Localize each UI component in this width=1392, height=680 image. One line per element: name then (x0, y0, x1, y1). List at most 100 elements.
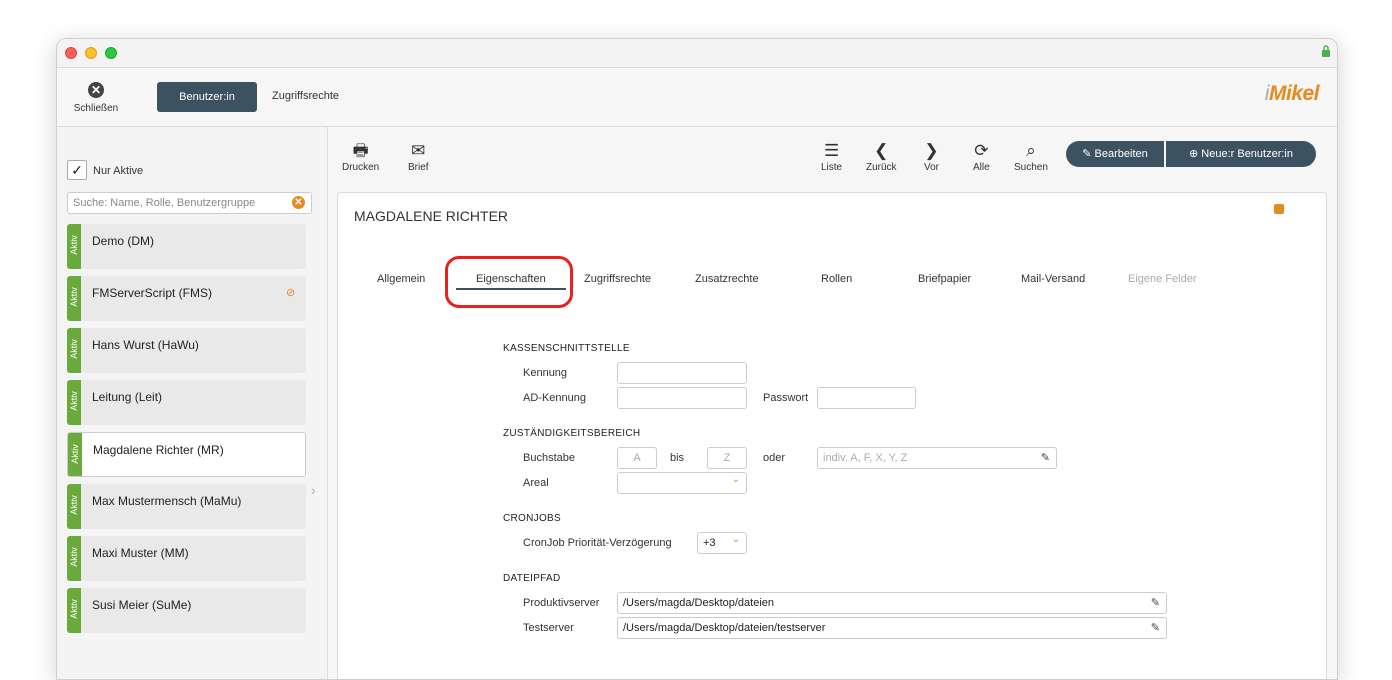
list-item[interactable]: Aktiv Susi Meier (SuMe) (67, 588, 306, 633)
chevron-left-icon: ❮ (874, 141, 889, 160)
buchstabe-label: Buchstabe (523, 452, 575, 464)
print-button[interactable]: 🖶 Drucken (342, 140, 379, 173)
pencil-icon[interactable]: ✎ (1041, 448, 1050, 468)
minimize-window-button[interactable] (85, 47, 97, 59)
testserver-field[interactable]: /Users/magda/Desktop/dateien/testserver … (617, 617, 1167, 639)
list-label: Liste (821, 162, 843, 173)
new-user-label: Neue:r Benutzer:in (1201, 148, 1293, 160)
edit-button[interactable]: ✎ Bearbeiten (1066, 141, 1164, 167)
list-item-label: Magdalene Richter (MR) (93, 443, 224, 457)
chevron-down-icon: ⌄ (731, 474, 740, 485)
kennung-label: Kennung (523, 367, 568, 379)
hidden-eye-icon: ⊘ (286, 287, 296, 299)
clear-search-icon[interactable]: ✕ (292, 196, 305, 209)
letter-button[interactable]: ✉ Brief (408, 140, 429, 173)
list-button[interactable]: ☰ Liste (821, 140, 842, 173)
letter-label: Brief (408, 162, 429, 173)
list-item[interactable]: Aktiv Hans Wurst (HaWu) (67, 328, 306, 373)
forward-button[interactable]: ❯ Vor (924, 140, 939, 173)
list-icon: ☰ (823, 141, 840, 160)
tab-eigene-felder[interactable]: Eigene Felder (1128, 273, 1197, 285)
tab-allgemein[interactable]: Allgemein (377, 273, 425, 285)
testserver-value: /Users/magda/Desktop/dateien/testserver (623, 622, 826, 634)
lock-icon (1322, 45, 1330, 57)
cronjob-label: CronJob Priorität-Verzögerung (523, 537, 672, 549)
close-button[interactable]: ✕ Schließen (71, 78, 121, 114)
status-badge: Aktiv (67, 380, 81, 425)
status-badge: Aktiv (67, 484, 81, 529)
record-panel: MAGDALENE RICHTER Allgemein Eigenschafte… (337, 192, 1327, 679)
chevron-right-icon: ❯ (924, 141, 939, 160)
list-item-label: Max Mustermensch (MaMu) (92, 494, 242, 508)
back-label: Zurück (866, 162, 897, 173)
search-input[interactable]: Suche: Name, Rolle, Benutzergruppe ✕ (67, 192, 312, 214)
section-zustaendigkeitsbereich: ZUSTÄNDIGKEITSBEREICH (503, 428, 641, 439)
search-icon: ⌕ (1026, 141, 1036, 160)
to-placeholder: Z (723, 452, 731, 464)
list-item[interactable]: Aktiv Max Mustermensch (MaMu) (67, 484, 306, 529)
buchstabe-to-field[interactable]: Z (707, 447, 747, 469)
list-item-label: Susi Meier (SuMe) (92, 598, 192, 612)
edit-label: Bearbeiten (1094, 148, 1148, 160)
ad-kennung-field[interactable] (617, 387, 747, 409)
app-window: ✕ Schließen Benutzer:in Zugriffsrechte i… (56, 38, 1338, 680)
top-navigation: ✕ Schließen Benutzer:in Zugriffsrechte i… (57, 68, 1337, 127)
pencil-icon[interactable]: ✎ (1151, 618, 1160, 638)
tab-briefpapier[interactable]: Briefpapier (918, 273, 971, 285)
close-icon: ✕ (88, 82, 104, 98)
areal-label: Areal (523, 477, 549, 489)
printer-icon: 🖶 (352, 141, 369, 160)
from-placeholder: A (633, 452, 641, 464)
close-window-button[interactable] (65, 47, 77, 59)
main-content: 🖶 Drucken ✉ Brief ☰ Liste ❮ Zurück ❯ Vor… (328, 127, 1337, 679)
list-item[interactable]: Aktiv Leitung (Leit) (67, 380, 306, 425)
list-item-selected[interactable]: Aktiv Magdalene Richter (MR) (67, 432, 306, 477)
search-button[interactable]: ⌕ Suchen (1014, 140, 1048, 173)
tab-zugriffsrechte[interactable]: Zugriffsrechte (272, 90, 339, 102)
forward-label: Vor (924, 162, 940, 173)
tab-zugriffsrechte-record[interactable]: Zugriffsrechte (584, 273, 651, 285)
status-badge: Aktiv (67, 224, 81, 269)
buchstabe-from-field[interactable]: A (617, 447, 657, 469)
tab-rollen[interactable]: Rollen (821, 273, 852, 285)
only-active-checkbox[interactable]: ✓ (67, 160, 87, 180)
list-item[interactable]: Aktiv FMServerScript (FMS) ⊘ (67, 276, 306, 321)
cronjob-select[interactable]: +3 ⌄ (697, 532, 747, 554)
passwort-label: Passwort (763, 392, 809, 404)
areal-select[interactable]: ⌄ (617, 472, 747, 494)
tab-benutzer[interactable]: Benutzer:in (157, 82, 257, 112)
tab-zusatzrechte[interactable]: Zusatzrechte (695, 273, 759, 285)
refresh-icon: ⟳ (974, 141, 989, 160)
indiv-letters-field[interactable]: indiv. A, F, X, Y, Z ✎ (817, 447, 1057, 469)
status-badge: Aktiv (67, 536, 81, 581)
produktivserver-label: Produktivserver (523, 597, 600, 609)
testserver-label: Testserver (523, 622, 574, 634)
highlight-annotation (445, 256, 573, 308)
note-icon[interactable] (1274, 204, 1284, 214)
list-item-label: FMServerScript (FMS) (92, 286, 212, 300)
pencil-icon: ✎ (1082, 148, 1092, 160)
list-item[interactable]: Aktiv Demo (DM) (67, 224, 306, 269)
print-label: Drucken (342, 162, 380, 173)
list-item-label: Demo (DM) (92, 234, 154, 248)
section-dateipfad: DATEIPFAD (503, 573, 561, 584)
list-item[interactable]: Aktiv Maxi Muster (MM) (67, 536, 306, 581)
list-item-label: Maxi Muster (MM) (92, 546, 189, 560)
app-logo: iMikel (1264, 82, 1320, 105)
page-title: MAGDALENE RICHTER (354, 208, 509, 224)
passwort-field[interactable] (817, 387, 916, 409)
section-kassenschnittstelle: KASSENSCHNITTSTELLE (503, 343, 630, 354)
all-button[interactable]: ⟳ Alle (973, 140, 990, 173)
new-user-button[interactable]: ⊕ Neue:r Benutzer:in (1166, 141, 1316, 167)
produktivserver-value: /Users/magda/Desktop/dateien (623, 597, 775, 609)
produktivserver-field[interactable]: /Users/magda/Desktop/dateien ✎ (617, 592, 1167, 614)
only-active-label: Nur Aktive (93, 165, 144, 177)
tab-mail-versand[interactable]: Mail-Versand (1021, 273, 1085, 285)
ad-kennung-label: AD-Kennung (523, 392, 586, 404)
kennung-field[interactable] (617, 362, 747, 384)
indiv-placeholder: indiv. A, F, X, Y, Z (823, 452, 908, 464)
zoom-window-button[interactable] (105, 47, 117, 59)
back-button[interactable]: ❮ Zurück (866, 140, 897, 173)
all-label: Alle (973, 162, 990, 173)
pencil-icon[interactable]: ✎ (1151, 593, 1160, 613)
